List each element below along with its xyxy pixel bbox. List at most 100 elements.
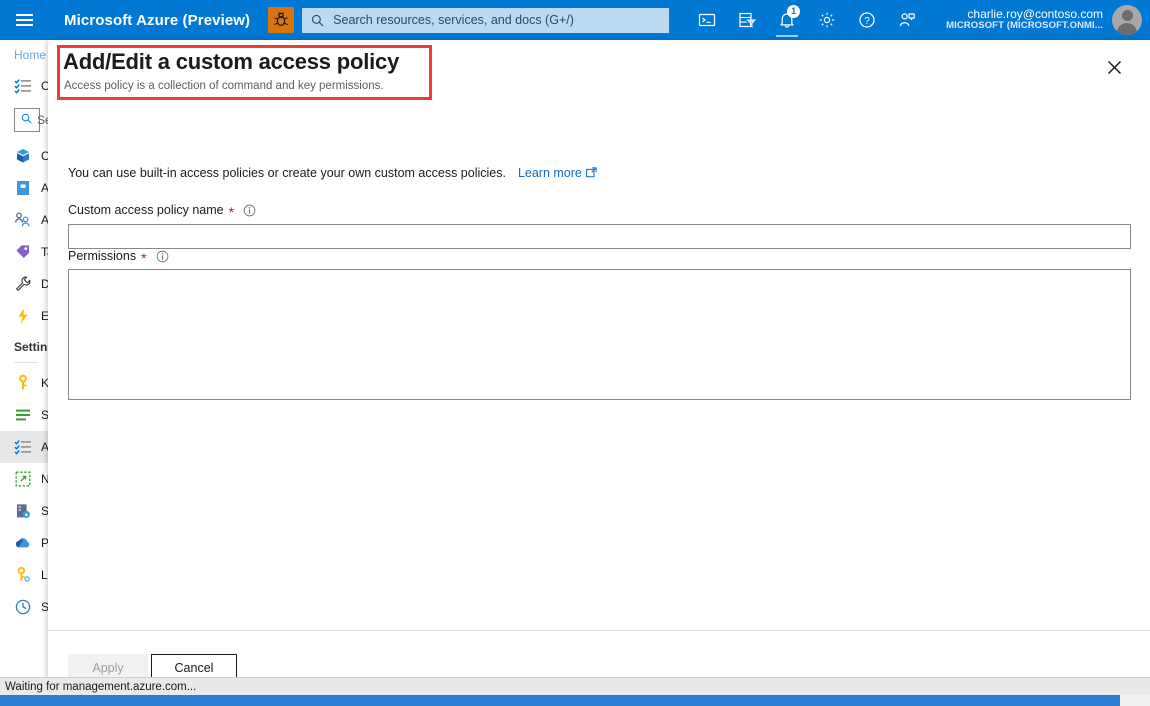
top-bar-icon-group: 1 ? (687, 0, 927, 40)
sidebar-item-security[interactable]: Security (0, 495, 48, 527)
sidebar-item-label: Networking (41, 472, 48, 486)
sidebar-item-label: Locks (41, 568, 48, 582)
sidebar-item-activity-log[interactable]: Activity log (0, 172, 48, 204)
sidebar-item-label: Access policies (41, 440, 48, 454)
sidebar-settings-title: Settings (14, 340, 48, 354)
sidebar-item-label: Secrets (41, 408, 48, 422)
status-message: Waiting for management.azure.com... (5, 680, 197, 693)
learn-more-link[interactable]: Learn more (518, 166, 597, 180)
cube-icon (14, 147, 32, 165)
account-menu[interactable]: charlie.roy@contoso.com MICROSOFT (MICRO… (946, 0, 1150, 40)
required-marker: * (141, 250, 147, 266)
avatar[interactable] (1112, 5, 1142, 35)
learn-more-label: Learn more (517, 166, 582, 180)
sidebar-item-soft-delete[interactable]: Soft-delete (0, 591, 48, 623)
sidebar-item-properties[interactable]: Properties (0, 527, 48, 559)
sidebar-item-secrets[interactable]: Secrets (0, 399, 48, 431)
sidebar-item-label: Properties (41, 536, 48, 550)
sidebar-search-placeholder: Search (37, 113, 48, 127)
users-icon (14, 211, 32, 229)
wrench-icon (14, 275, 32, 293)
help-icon[interactable]: ? (847, 0, 887, 40)
sidebar-item-label: Tags (41, 245, 48, 259)
network-icon (14, 470, 32, 488)
intro-text: You can use built-in access policies or … (68, 166, 506, 180)
bug-glyph (274, 12, 288, 27)
sidebar-item-label: Activity log (41, 181, 48, 195)
server-lock-icon (14, 502, 32, 520)
list-green-icon (14, 406, 32, 424)
account-email: charlie.roy@contoso.com (967, 6, 1103, 21)
key-gear-icon (14, 566, 32, 584)
sidebar-item-access-control[interactable]: Access control (IAM) (0, 204, 48, 236)
add-edit-custom-access-policy-blade: Add/Edit a custom access policy Access p… (48, 40, 1150, 688)
checklist-icon (14, 438, 32, 456)
intro-text-row: You can use built-in access policies or … (68, 166, 597, 180)
avatar-body (1117, 23, 1137, 35)
info-icon[interactable] (243, 204, 256, 217)
permissions-input[interactable] (68, 269, 1131, 400)
sidebar-item-locks[interactable]: Locks (0, 559, 48, 591)
sidebar-item-access-policies[interactable]: Access policies (0, 431, 48, 463)
search-icon (311, 14, 324, 27)
page-subtitle: Access policy is a collection of command… (64, 80, 384, 92)
close-icon[interactable] (1101, 54, 1127, 80)
sidebar-item-label: Events (41, 309, 48, 323)
sidebar-item-label: Keys (41, 376, 48, 390)
settings-gear-icon[interactable] (807, 0, 847, 40)
azure-brand-title[interactable]: Microsoft Azure (Preview) (64, 12, 250, 29)
book-icon (14, 179, 32, 197)
sidebar-search-box[interactable]: Search (14, 108, 48, 132)
sidebar-item-overview[interactable]: Overview (0, 70, 48, 102)
feedback-icon[interactable] (887, 0, 927, 40)
required-marker: * (228, 204, 235, 220)
blade-header: Add/Edit a custom access policy Access p… (48, 40, 1150, 102)
clock-icon (14, 598, 32, 616)
breadcrumb[interactable]: Home (0, 40, 48, 70)
permissions-label-text: Permissions (68, 249, 137, 263)
global-search-box[interactable] (302, 7, 670, 33)
left-sidebar: Home Overview Search (0, 40, 48, 688)
external-link-icon (586, 167, 597, 178)
custom-access-policy-name-input[interactable] (68, 224, 1131, 249)
permissions-label: Permissions * (68, 249, 169, 266)
sidebar-item-networking[interactable]: Networking (0, 463, 48, 495)
blade-body: You can use built-in access policies or … (48, 102, 1150, 630)
bug-icon[interactable] (268, 7, 295, 33)
account-tenant: MICROSOFT (MICROSOFT.ONMI... (946, 20, 1103, 32)
sidebar-item-label: Access control (IAM) (41, 213, 48, 227)
account-text: charlie.roy@contoso.com MICROSOFT (MICRO… (946, 6, 1103, 32)
svg-text:?: ? (864, 16, 870, 27)
tag-icon (14, 243, 32, 261)
custom-access-policy-name-label: Custom access policy name * (68, 203, 256, 220)
sidebar-item-events[interactable]: Events (0, 300, 48, 332)
sidebar-item-label: Overview (41, 149, 48, 163)
sidebar-item-label: Security (41, 504, 48, 518)
notification-badge: 1 (787, 5, 801, 18)
horizontal-scrollbar-thumb[interactable] (0, 695, 1120, 706)
notifications-icon[interactable]: 1 (767, 0, 807, 40)
hamburger-icon[interactable] (0, 0, 48, 40)
name-label-text: Custom access policy name (68, 203, 224, 217)
horizontal-scrollbar[interactable] (0, 695, 1150, 706)
checklist-blue-icon (14, 77, 32, 95)
cloud-shell-icon[interactable] (687, 0, 727, 40)
search-input[interactable] (331, 12, 661, 28)
sidebar-item-overview-2[interactable]: Overview (0, 140, 48, 172)
sidebar-overview-label: Overview (41, 79, 48, 93)
sidebar-item-keys[interactable]: Keys (0, 367, 48, 399)
sidebar-item-label: Diagnose and solve problems (41, 277, 48, 291)
sidebar-divider (14, 362, 38, 363)
avatar-head (1121, 10, 1133, 21)
search-icon (21, 113, 32, 127)
sidebar-item-tags[interactable]: Tags (0, 236, 48, 268)
key-icon (14, 374, 32, 392)
browser-status-bar: Waiting for management.azure.com... (0, 677, 1150, 695)
page-title: Add/Edit a custom access policy (63, 49, 400, 74)
info-icon[interactable] (156, 250, 169, 263)
lightning-icon (14, 307, 32, 325)
cloud-icon (14, 534, 32, 552)
directory-filter-icon[interactable] (727, 0, 767, 40)
sidebar-item-diagnose[interactable]: Diagnose and solve problems (0, 268, 48, 300)
top-navigation-bar: Microsoft Azure (Preview) Search resourc… (0, 0, 1150, 40)
